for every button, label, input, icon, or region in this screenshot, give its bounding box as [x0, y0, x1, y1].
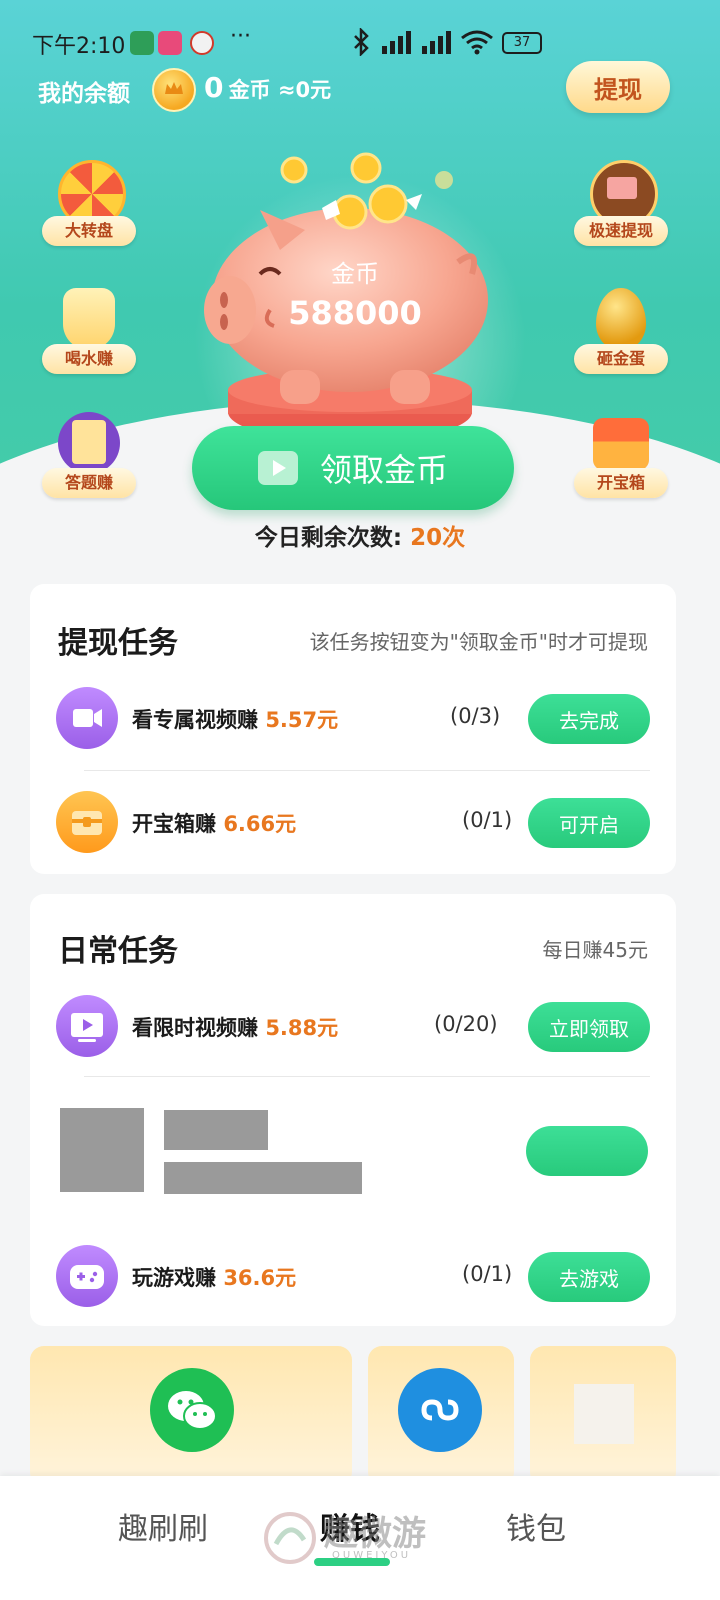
task-label: 玩游戏赚: [132, 1266, 216, 1290]
task-progress: (0/3): [450, 704, 501, 728]
coin-icon: [152, 68, 196, 112]
app-notification-icon: [158, 31, 182, 55]
task-row: 开宝箱赚 6.66元 (0/1) 可开启: [30, 782, 676, 862]
game-controller-icon: [56, 1245, 118, 1307]
side-entry-prize-wheel[interactable]: 大转盘: [34, 160, 144, 260]
task-name: 开宝箱赚 6.66元: [132, 808, 296, 838]
signal-2-icon: [422, 31, 451, 54]
task-action-button[interactable]: 去完成: [528, 694, 650, 744]
promo-placeholder-icon: [574, 1384, 634, 1444]
quiz-icon: [58, 412, 120, 474]
treasure-box-icon: [56, 791, 118, 853]
wifi-icon: [461, 30, 493, 55]
play-icon: [257, 451, 298, 485]
withdraw-tasks-title: 提现任务: [58, 626, 178, 661]
balance-label: 我的余额: [38, 81, 130, 107]
task-name: 玩游戏赚 36.6元: [132, 1262, 296, 1292]
withdraw-tasks-card: 提现任务 该任务按钮变为"领取金币"时才可提现 看专属视频赚 5.57元 (0/…: [30, 584, 676, 874]
withdraw-tasks-note: 该任务按钮变为"领取金币"时才可提现: [309, 630, 648, 654]
piggy-coins-label: 金币: [331, 260, 379, 288]
task-progress: (0/20): [434, 1012, 498, 1036]
weibo-icon: [190, 31, 214, 55]
task-row: 看限时视频赚 5.88元 (0/20) 立即领取: [30, 986, 676, 1066]
task-reward: 5.57元: [265, 708, 339, 732]
treasure-chest-icon: [593, 418, 649, 470]
claim-coins-button[interactable]: 领取金币: [192, 426, 514, 510]
side-entry-label: 开宝箱: [574, 468, 668, 498]
bluetooth-icon: [354, 28, 369, 56]
battery-level: 37: [513, 35, 531, 50]
promo-card-wechat[interactable]: [30, 1346, 352, 1486]
remaining-times: 今日剩余次数: 20次: [0, 518, 720, 552]
ad-action-button[interactable]: [526, 1126, 648, 1176]
nav-item-wallet[interactable]: 钱包: [506, 1504, 566, 1548]
task-reward: 36.6元: [223, 1266, 297, 1290]
piggy-coins-value: 588000: [288, 294, 422, 332]
daily-tasks-card: 日常任务 每日赚45元 看限时视频赚 5.88元 (0/20) 立即领取 玩游戏…: [30, 894, 676, 1326]
side-entry-quiz[interactable]: 答题赚: [34, 412, 144, 512]
wechat-icon: [150, 1368, 234, 1452]
side-entry-drink-water[interactable]: 喝水赚: [34, 288, 144, 388]
divider: [84, 770, 650, 771]
watermark-subtext: QUWEIYOU: [332, 1550, 412, 1561]
withdraw-button[interactable]: 提现: [566, 61, 670, 113]
side-entry-label: 极速提现: [574, 216, 668, 246]
golden-egg-icon: [596, 288, 646, 350]
task-row: 玩游戏赚 36.6元 (0/1) 去游戏: [30, 1236, 676, 1316]
watermark-logo-icon: [264, 1512, 316, 1564]
task-action-button[interactable]: 立即领取: [528, 1002, 650, 1052]
promo-card-mini-program[interactable]: [368, 1346, 514, 1486]
task-label: 看限时视频赚: [132, 1016, 258, 1040]
remaining-label: 今日剩余次数:: [254, 525, 403, 551]
balance-amount: 0 金币 ≈0元: [204, 71, 331, 104]
task-label: 看专属视频赚: [132, 708, 258, 732]
water-cup-icon: [63, 288, 115, 350]
task-progress: (0/1): [462, 1262, 513, 1286]
side-entry-label: 答题赚: [42, 468, 136, 498]
video-camera-icon: [56, 687, 118, 749]
task-action-button[interactable]: 可开启: [528, 798, 650, 848]
side-entry-treasure-chest[interactable]: 开宝箱: [566, 412, 676, 512]
side-entry-label: 大转盘: [42, 216, 136, 246]
task-row: 看专属视频赚 5.57元 (0/3) 去完成: [30, 678, 676, 758]
task-progress: (0/1): [462, 808, 513, 832]
redacted-ad-title: [164, 1110, 268, 1150]
side-entry-golden-egg[interactable]: 砸金蛋: [566, 288, 676, 388]
redacted-ad-text: [164, 1162, 362, 1194]
side-entry-label: 砸金蛋: [574, 344, 668, 374]
status-time: 下午2:10: [32, 34, 126, 59]
task-reward: 5.88元: [265, 1016, 339, 1040]
balance-unit: 金币 ≈0元: [228, 78, 332, 102]
app-shield-icon: [130, 31, 154, 55]
nav-item-qushuashua[interactable]: 趣刷刷: [118, 1504, 208, 1548]
mini-program-icon: [398, 1368, 482, 1452]
more-notifications-icon: ···: [230, 24, 251, 49]
status-bar: 下午2:10 ··· 37: [0, 22, 720, 62]
divider: [84, 1076, 650, 1077]
signal-1-icon: [382, 31, 411, 54]
side-entry-fast-withdraw[interactable]: 极速提现: [566, 160, 676, 260]
task-label: 开宝箱赚: [132, 812, 216, 836]
redacted-ad-image: [60, 1108, 144, 1192]
task-name: 看限时视频赚 5.88元: [132, 1012, 338, 1042]
daily-tasks-title: 日常任务: [58, 934, 178, 969]
promo-card-third[interactable]: [530, 1346, 676, 1486]
watermark-text: 趣微游: [324, 1514, 426, 1554]
task-reward: 6.66元: [223, 812, 297, 836]
battery-icon: 37: [502, 32, 542, 54]
task-action-button[interactable]: 去游戏: [528, 1252, 650, 1302]
claim-coins-label: 领取金币: [319, 451, 448, 489]
balance-value: 0: [204, 71, 224, 104]
remaining-count: 20次: [410, 525, 466, 551]
watermark: 趣微游 QUWEIYOU: [262, 1500, 462, 1580]
task-name: 看专属视频赚 5.57元: [132, 704, 338, 734]
side-entry-label: 喝水赚: [42, 344, 136, 374]
daily-tasks-note: 每日赚45元: [542, 938, 648, 962]
play-screen-icon: [56, 995, 118, 1057]
